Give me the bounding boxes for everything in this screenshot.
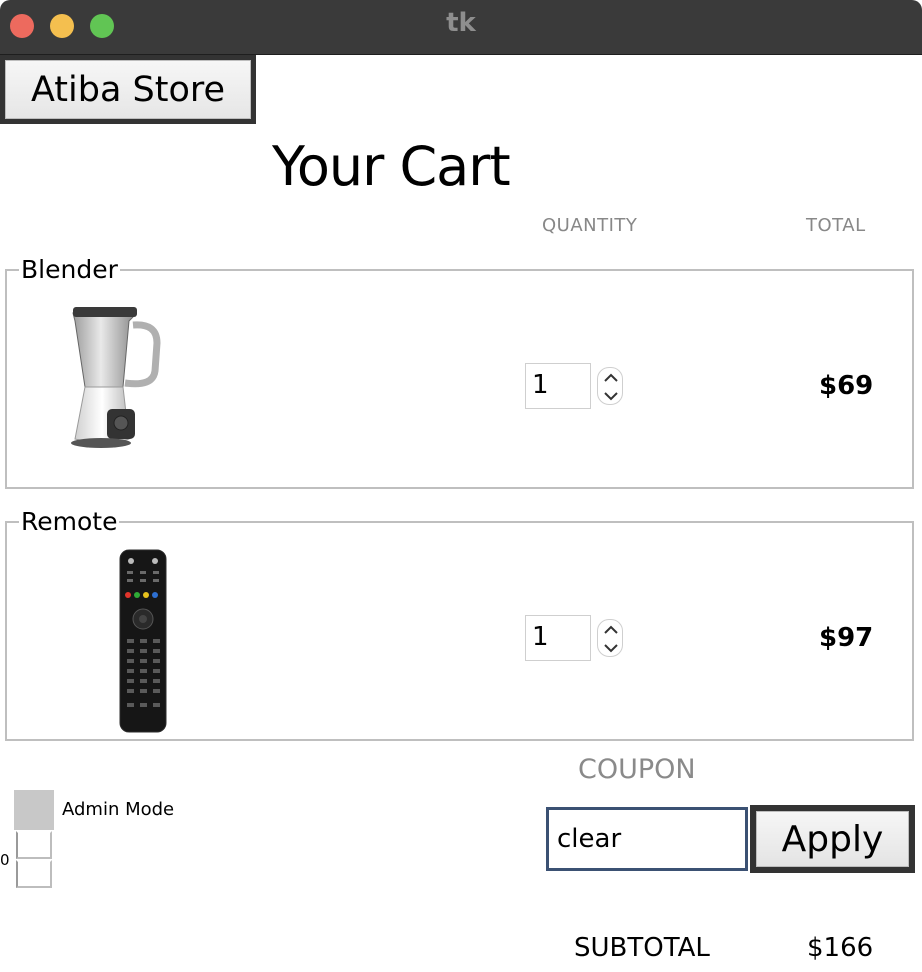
admin-mode-indicator[interactable] xyxy=(14,790,54,830)
admin-value: 0 xyxy=(0,851,10,869)
blender-quantity-stepper[interactable]: 1 xyxy=(525,363,625,411)
chevron-down-icon[interactable] xyxy=(604,392,618,401)
page-title: Your Cart xyxy=(272,135,511,198)
total-column-header: TOTAL xyxy=(806,215,866,236)
remote-quantity-stepper[interactable]: 1 xyxy=(525,615,625,663)
app-window: tk Atiba Store Your Cart QUANTITY TOTAL … xyxy=(0,0,922,972)
apply-coupon-button[interactable]: Apply xyxy=(750,805,915,873)
item-total: $69 xyxy=(819,371,874,401)
cart-item-remote: Remote 1 $97 xyxy=(5,507,914,741)
coupon-label: COUPON xyxy=(578,754,696,785)
remote-control-image xyxy=(119,549,167,733)
cart-page: Atiba Store Your Cart QUANTITY TOTAL Ble… xyxy=(0,55,922,972)
quantity-arrows[interactable] xyxy=(597,619,623,657)
apply-button-label[interactable]: Apply xyxy=(756,811,909,867)
title-bar: tk xyxy=(0,0,922,55)
admin-entry-box[interactable] xyxy=(16,831,52,859)
store-button[interactable]: Atiba Store xyxy=(0,55,256,124)
item-name: Blender xyxy=(19,255,120,285)
subtotal-label: SUBTOTAL xyxy=(574,933,710,963)
chevron-down-icon[interactable] xyxy=(604,644,618,653)
item-total: $97 xyxy=(819,623,874,653)
cart-item-blender: Blender 1 $69 xyxy=(5,255,914,489)
item-name: Remote xyxy=(19,507,120,537)
admin-entry-box[interactable] xyxy=(16,860,52,888)
quantity-field[interactable]: 1 xyxy=(525,615,591,661)
store-button-label[interactable]: Atiba Store xyxy=(5,60,251,119)
admin-mode-label: Admin Mode xyxy=(62,799,175,820)
coupon-input[interactable] xyxy=(546,807,748,871)
chevron-up-icon[interactable] xyxy=(604,625,618,634)
subtotal-value: $166 xyxy=(807,933,874,963)
quantity-arrows[interactable] xyxy=(597,367,623,405)
blender-image xyxy=(71,307,161,448)
quantity-column-header: QUANTITY xyxy=(542,215,638,236)
quantity-field[interactable]: 1 xyxy=(525,363,591,409)
window-title: tk xyxy=(446,8,476,38)
chevron-up-icon[interactable] xyxy=(604,373,618,382)
